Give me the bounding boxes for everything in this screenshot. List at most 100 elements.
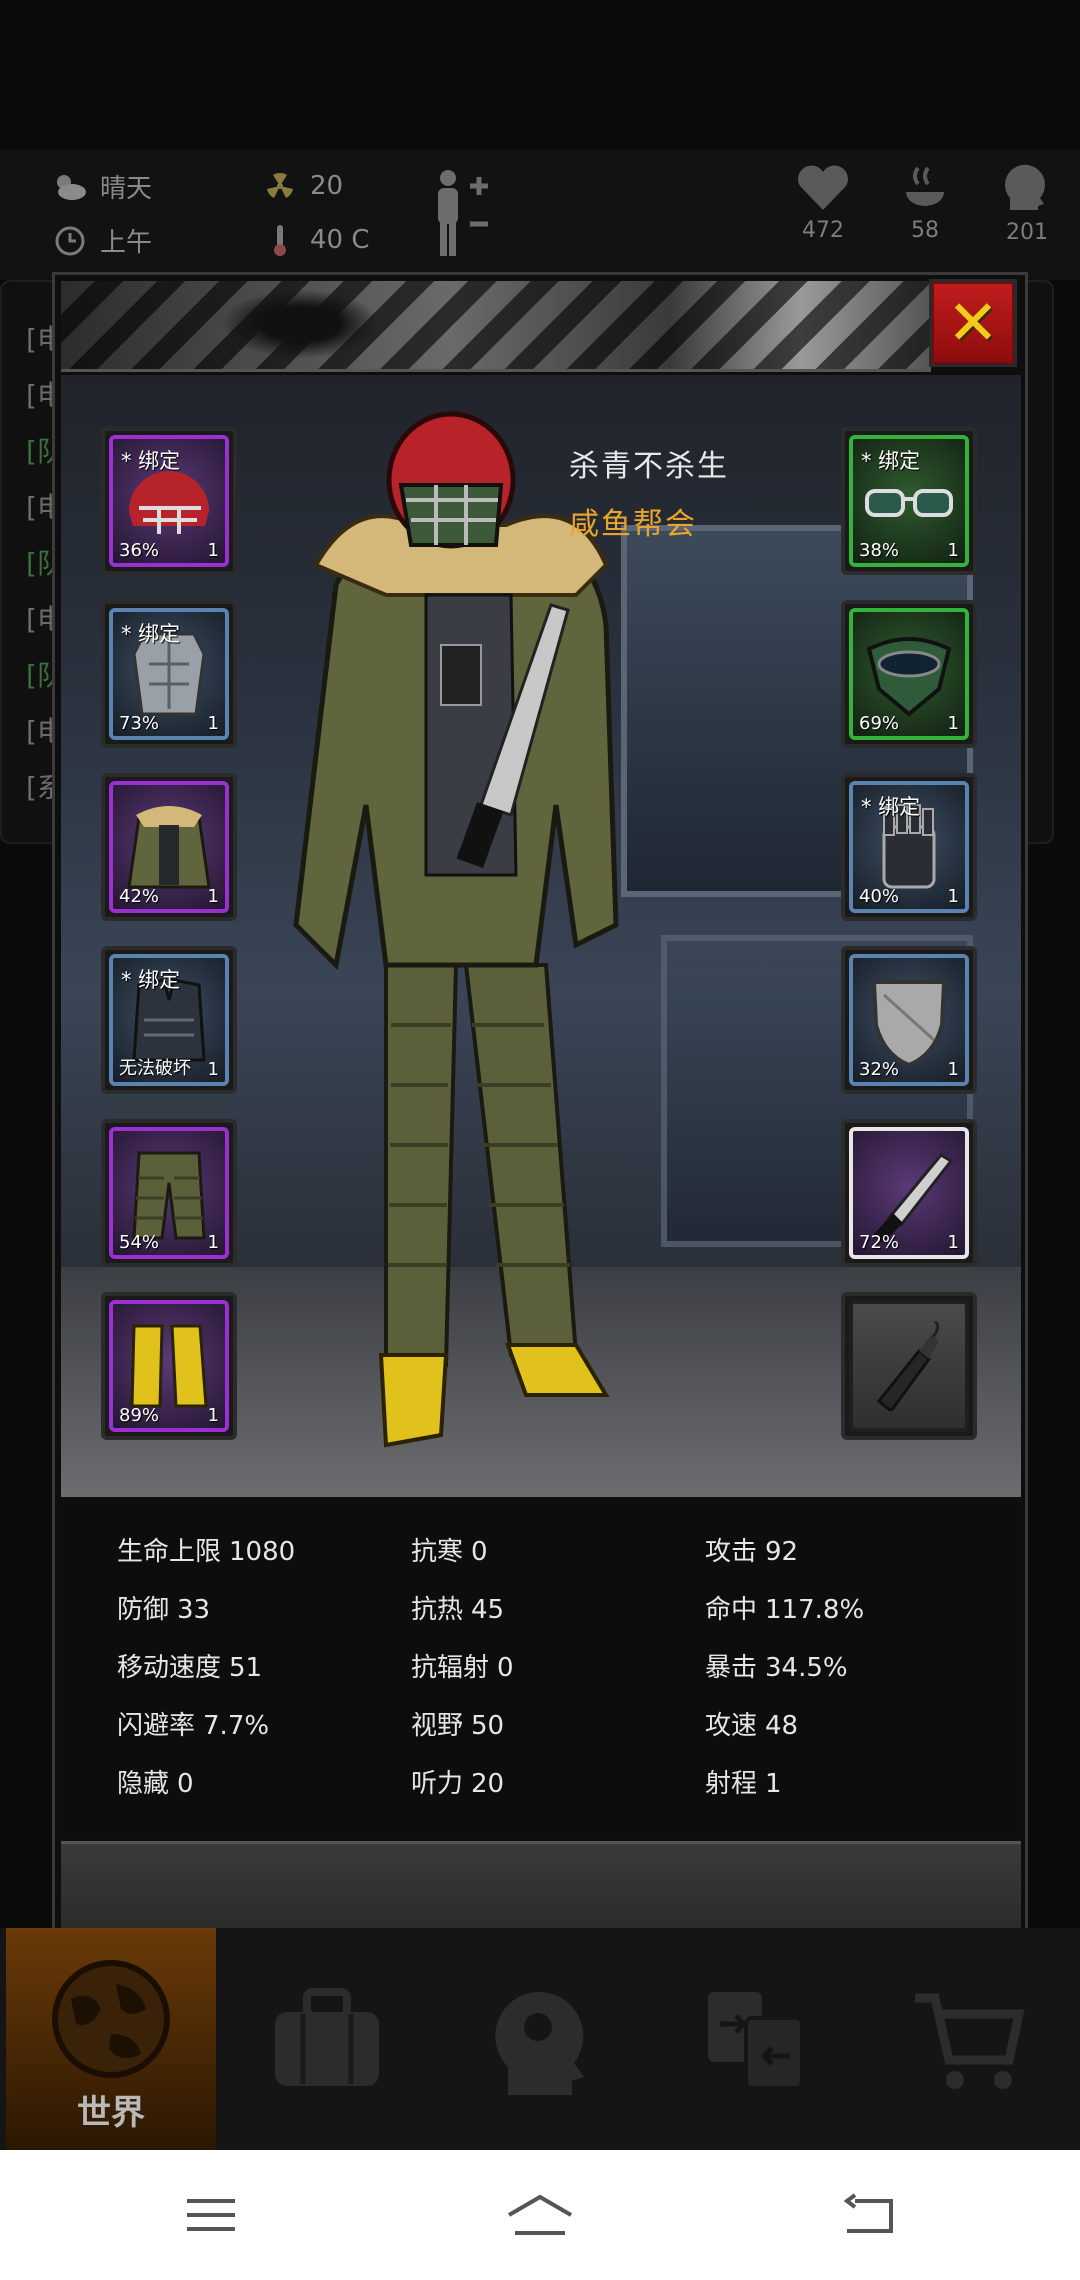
health-value: 472: [802, 218, 844, 243]
globe-icon: [52, 1960, 170, 2078]
stat-accuracy: 命中 117.8%: [705, 1595, 865, 1625]
pants-icon: [132, 1151, 206, 1240]
slot-pants[interactable]: 54% 1: [101, 1119, 237, 1267]
slot-helmet[interactable]: * 绑定 36% 1: [101, 427, 237, 575]
nav-world-label: 世界: [77, 2093, 145, 2133]
durability: 42%: [119, 886, 160, 907]
item-count: 1: [207, 713, 219, 734]
stat-range: 射程 1: [705, 1769, 782, 1799]
slot-shield[interactable]: 32% 1: [841, 946, 977, 1094]
thermometer-icon: [262, 222, 298, 258]
item-count: 1: [947, 1059, 959, 1080]
time-text: 上午: [100, 228, 153, 258]
bind-label: * 绑定: [121, 968, 181, 992]
steam-bowl-icon: [906, 166, 944, 206]
weather-text: 晴天: [100, 174, 153, 204]
nav-shop[interactable]: [864, 1928, 1074, 2150]
durability: 69%: [859, 713, 900, 734]
durability: 72%: [859, 1232, 900, 1253]
nav-trade[interactable]: [650, 1928, 860, 2150]
bind-label: * 绑定: [121, 622, 181, 646]
durability: 无法破坏: [119, 1058, 191, 1079]
radiation-indicator: 20: [262, 168, 343, 204]
stat-radiation-resist: 抗辐射 0: [411, 1653, 514, 1683]
shield-icon: [871, 980, 947, 1068]
back-icon: [843, 2193, 893, 2233]
item-count: 1: [207, 886, 219, 907]
glasses-icon: [865, 489, 953, 517]
suitcase-icon: [275, 1988, 379, 2086]
item-count: 1: [207, 1059, 219, 1080]
durability: 73%: [119, 713, 160, 734]
stat-defense: 防御 33: [117, 1595, 211, 1625]
temperature-value: 40 C: [310, 225, 370, 255]
game-nav: 世界: [0, 1928, 1080, 2150]
mind-stat: 201: [1000, 164, 1054, 245]
stat-stealth: 隐藏 0: [117, 1769, 194, 1799]
temperature-indicator: 40 C: [262, 222, 370, 258]
home-button[interactable]: [505, 2185, 575, 2245]
boots-icon: [130, 1324, 208, 1408]
slot-mask[interactable]: 69% 1: [841, 600, 977, 748]
guild-name[interactable]: 咸鱼帮会: [569, 499, 697, 543]
stat-cold-resist: 抗寒 0: [411, 1537, 488, 1567]
slot-weapon[interactable]: 72% 1: [841, 1119, 977, 1267]
slot-boots[interactable]: 89% 1: [101, 1292, 237, 1440]
item-count: 1: [207, 540, 219, 561]
radiation-value: 20: [310, 171, 344, 201]
radiation-icon: [262, 168, 298, 204]
slot-body[interactable]: * 绑定 73% 1: [101, 600, 237, 748]
mask-icon: [866, 637, 952, 717]
food-value: 58: [911, 218, 939, 243]
home-icon: [507, 2194, 573, 2235]
jacket-icon: [127, 806, 211, 889]
cart-icon: [915, 1993, 1025, 2089]
item-count: 1: [947, 713, 959, 734]
close-icon: ✕: [947, 286, 999, 359]
molotov-icon: [876, 1321, 940, 1411]
weather-indicator: 晴天: [52, 168, 152, 205]
slot-jacket[interactable]: 42% 1: [101, 773, 237, 921]
item-count: 1: [207, 1232, 219, 1253]
nav-world[interactable]: 世界: [6, 1928, 216, 2150]
slot-throwable[interactable]: [841, 1292, 977, 1440]
item-count: 1: [947, 1232, 959, 1253]
stat-vision: 视野 50: [411, 1711, 505, 1741]
nav-inventory[interactable]: [222, 1928, 432, 2150]
menu-icon: [187, 2199, 235, 2231]
slot-gloves[interactable]: * 绑定 40% 1: [841, 773, 977, 921]
system-nav-bar: [0, 2150, 1080, 2280]
back-button[interactable]: [834, 2185, 904, 2245]
body-status-icon[interactable]: [426, 168, 496, 264]
bind-label: * 绑定: [861, 449, 921, 473]
mind-value: 201: [1006, 220, 1048, 245]
close-button[interactable]: ✕: [929, 279, 1017, 367]
durability: 40%: [859, 886, 900, 907]
dialog-banner: [61, 281, 931, 372]
stat-attack-speed: 攻速 48: [705, 1711, 799, 1741]
stats-panel: 生命上限 1080 抗寒 0 攻击 92 防御 33 抗热 45 命中 117.8% 移动速…: [61, 1501, 1021, 1831]
time-indicator: 上午: [52, 222, 152, 259]
durability: 38%: [859, 540, 900, 561]
slot-glasses[interactable]: * 绑定 38% 1: [841, 427, 977, 575]
bind-label: * 绑定: [861, 795, 921, 819]
health-stat: 472: [796, 164, 850, 243]
stat-hearing: 听力 20: [411, 1769, 505, 1799]
durability: 32%: [859, 1059, 900, 1080]
slot-vest[interactable]: * 绑定 无法破坏 1: [101, 946, 237, 1094]
nav-skills[interactable]: [436, 1928, 646, 2150]
exchange-icon: [708, 1992, 804, 2090]
head-icon: [1005, 164, 1045, 210]
machete-icon: [873, 1153, 954, 1243]
stat-attack: 攻击 92: [705, 1537, 799, 1567]
item-count: 1: [947, 886, 959, 907]
durability: 89%: [119, 1405, 160, 1426]
clock-icon: [52, 223, 88, 259]
cloud-sun-icon: [52, 169, 88, 205]
menu-button[interactable]: [176, 2185, 246, 2245]
bind-label: * 绑定: [121, 449, 181, 473]
durability: 54%: [119, 1232, 160, 1253]
status-hud: 晴天 上午 20 40 C 472 58 201: [0, 150, 1080, 280]
stat-heat-resist: 抗热 45: [411, 1595, 505, 1625]
food-stat: 58: [900, 164, 950, 243]
